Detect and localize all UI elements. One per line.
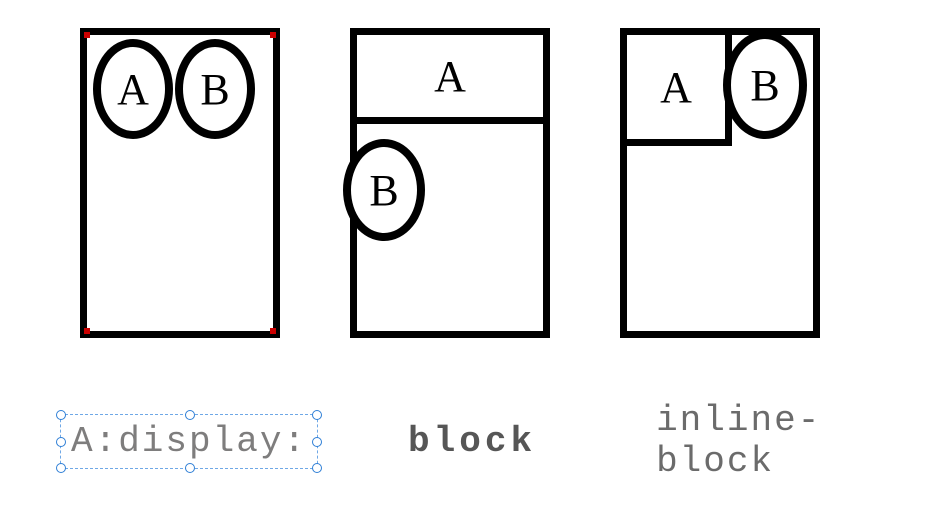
element-a-ellipse: A (93, 39, 173, 139)
demo-box-inline: A B (80, 28, 280, 338)
caption-a-display: A:display: (71, 421, 307, 462)
selection-handle[interactable] (56, 437, 66, 447)
caption-a-display-selected[interactable]: A:display: (60, 414, 318, 469)
element-b-ellipse: B (175, 39, 255, 139)
selection-handle[interactable] (56, 410, 66, 420)
caption-inline-block: inline-block (656, 400, 920, 482)
label-a: A (434, 51, 466, 102)
demo-box-block: A B (350, 28, 550, 338)
element-a-inline-block: A (620, 28, 732, 146)
selection-handle[interactable] (312, 437, 322, 447)
label-b: B (369, 165, 398, 216)
caption-block: block (408, 421, 536, 462)
selection-handle[interactable] (185, 410, 195, 420)
selection-handle[interactable] (312, 410, 322, 420)
element-a-block: A (357, 35, 543, 124)
boxes-row: A B A B A B (80, 28, 820, 338)
captions-row: A:display: block inline-block (60, 400, 920, 482)
selection-handle[interactable] (56, 463, 66, 473)
label-b: B (750, 60, 779, 111)
diagram-stage: A B A B A B A:display: (0, 0, 937, 531)
element-b-ellipse: B (723, 31, 807, 139)
element-b-ellipse: B (343, 139, 425, 241)
demo-box-inline-block: A B (620, 28, 820, 338)
selection-dot (270, 328, 276, 334)
selection-dot (270, 32, 276, 38)
selection-dot (84, 328, 90, 334)
selection-dot (84, 32, 90, 38)
label-b: B (200, 64, 229, 115)
label-a: A (117, 64, 149, 115)
selection-handle[interactable] (312, 463, 322, 473)
selection-handle[interactable] (185, 463, 195, 473)
label-a: A (660, 62, 692, 113)
